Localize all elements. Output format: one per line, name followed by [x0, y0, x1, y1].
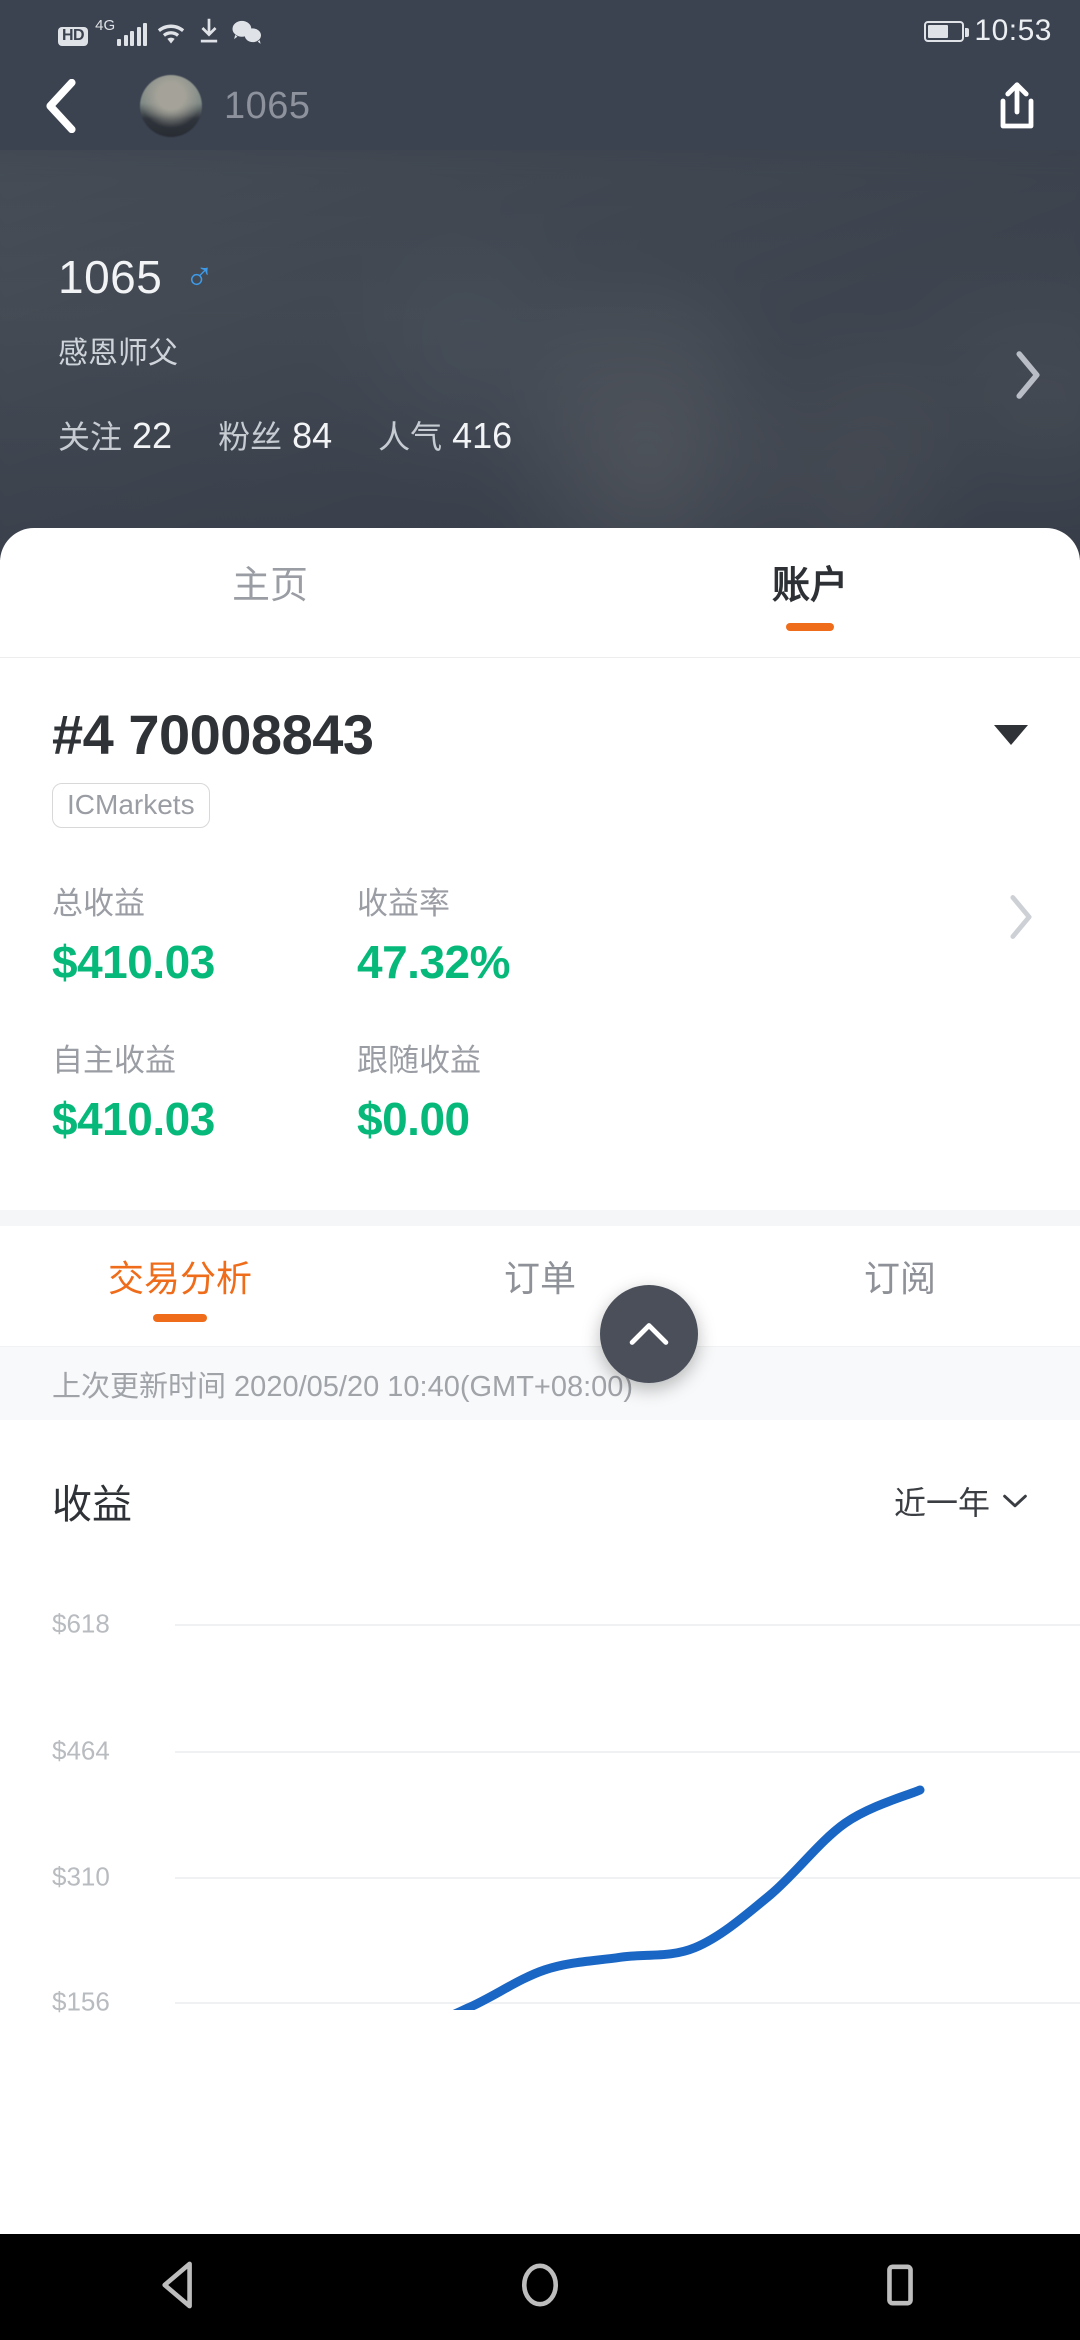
profile-name-row: 1065 ♂ [58, 250, 214, 304]
account-detail-button[interactable] [1008, 894, 1034, 945]
stat-followers-label: 粉丝 [218, 419, 283, 455]
metric-self-profit: 自主收益 $410.03 [52, 1035, 357, 1146]
last-update-text: 上次更新时间 2020/05/20 10:40(GMT+08:00) [52, 1370, 634, 1403]
metric-copy-profit-label: 跟随收益 [357, 1043, 481, 1078]
stat-popularity-label: 人气 [378, 419, 443, 455]
stat-followers[interactable]: 粉丝 84 [218, 412, 332, 458]
android-navigation-bar [0, 2234, 1080, 2340]
avatar[interactable] [140, 75, 202, 137]
stat-followers-value: 84 [292, 415, 333, 456]
content-sheet: 主页 账户 #4 70008843 ICMarkets 总收益 $410.03 … [0, 528, 1080, 2280]
network-type-label: 4G [95, 17, 116, 34]
tab-account-indicator [786, 623, 834, 631]
tab-orders-indicator [513, 1314, 567, 1322]
chart-period-selector[interactable]: 近一年 [894, 1478, 1028, 1524]
wifi-icon [157, 24, 185, 44]
status-bar-left-icons: HD 4G [58, 16, 264, 46]
profile-bio: 感恩师父 [58, 337, 178, 370]
status-bar-clock: 10:53 [974, 14, 1052, 47]
tab-orders-label: 订单 [503, 1258, 576, 1299]
account-metrics[interactable]: 总收益 $410.03 收益率 47.32% 自主收益 $410.03 跟随收益… [0, 838, 1080, 1146]
metric-total-profit-label: 总收益 [52, 886, 145, 921]
chart-period-label: 近一年 [893, 1485, 990, 1521]
wechat-icon [232, 20, 262, 44]
status-bar-right: 10:53 [924, 14, 1052, 48]
metric-return-rate-label: 收益率 [357, 886, 450, 921]
stat-popularity[interactable]: 人气 416 [378, 412, 512, 458]
hd-icon: HD [58, 27, 89, 46]
metric-row-2: 自主收益 $410.03 跟随收益 $0.00 [52, 1035, 1028, 1146]
metric-copy-profit: 跟随收益 $0.00 [357, 1035, 662, 1146]
signal-strength-icon [117, 23, 148, 46]
chart-line-series [452, 1785, 925, 2010]
chart-plot-area: $618 $464 $310 $156 [0, 1580, 1080, 2017]
tab-account[interactable]: 账户 [540, 528, 1080, 657]
app-nav-bar: 1065 [0, 62, 1080, 150]
back-triangle-icon [162, 2261, 192, 2308]
recents-square-icon [887, 2263, 913, 2306]
account-number: #4 70008843 [52, 703, 374, 766]
stat-following-label: 关注 [58, 419, 123, 455]
tab-trade-analysis-label: 交易分析 [107, 1258, 252, 1299]
metric-self-profit-label: 自主收益 [52, 1043, 176, 1078]
scroll-to-top-button[interactable] [600, 1285, 698, 1383]
share-button[interactable] [988, 75, 1046, 137]
tab-trade-analysis[interactable]: 交易分析 [0, 1226, 360, 1346]
stat-following-value: 22 [132, 415, 173, 456]
status-bar: HD 4G 10:53 [0, 0, 1080, 62]
chevron-right-icon [1010, 895, 1032, 939]
android-back-button[interactable] [157, 2260, 203, 2315]
profile-summary[interactable]: 1065 ♂ 感恩师父 关注 22 粉丝 84 人气 416 [0, 150, 1080, 560]
tab-subscriptions-label: 订阅 [863, 1258, 936, 1299]
last-update-bar: 上次更新时间 2020/05/20 10:40(GMT+08:00) [0, 1346, 1080, 1420]
main-tab-bar: 主页 账户 [0, 528, 1080, 658]
metric-total-profit-value: $410.03 [52, 936, 215, 988]
home-circle-icon [521, 2263, 559, 2306]
back-button[interactable] [34, 79, 88, 133]
tab-trade-analysis-indicator [153, 1314, 207, 1322]
tab-homepage-label: 主页 [231, 565, 308, 607]
profile-name: 1065 [58, 251, 163, 303]
metric-copy-profit-value: $0.00 [357, 1093, 470, 1145]
signal-bars-icon: 4G [95, 17, 148, 46]
tab-account-label: 账户 [771, 565, 848, 607]
metric-total-profit: 总收益 $410.03 [52, 878, 357, 989]
metric-return-rate: 收益率 47.32% [357, 878, 662, 989]
stat-following[interactable]: 关注 22 [58, 412, 172, 458]
android-recents-button[interactable] [877, 2260, 923, 2315]
profile-stats: 关注 22 粉丝 84 人气 416 [58, 412, 512, 458]
profile-detail-button[interactable] [1014, 350, 1042, 405]
download-icon [200, 18, 218, 43]
profit-chart-card: 收益 近一年 $618 $464 $310 $156 [0, 1420, 1080, 2017]
share-icon [1000, 82, 1034, 129]
sub-tab-bar: 交易分析 订单 订阅 [0, 1226, 1080, 1346]
chevron-up-icon [629, 1323, 669, 1345]
android-home-button[interactable] [517, 2260, 563, 2315]
caret-down-icon[interactable] [994, 724, 1028, 745]
chevron-down-icon [1003, 1494, 1027, 1508]
chart-title: 收益 [52, 1483, 132, 1527]
account-header: #4 70008843 ICMarkets [0, 658, 1080, 838]
broker-badge: ICMarkets [52, 783, 210, 828]
chart-header: 收益 近一年 [0, 1472, 1080, 1530]
back-chevron-icon [46, 79, 76, 133]
tab-homepage[interactable]: 主页 [0, 528, 540, 657]
metric-return-rate-value: 47.32% [357, 936, 511, 988]
metric-self-profit-value: $410.03 [52, 1093, 215, 1145]
section-divider [0, 1210, 1080, 1226]
gender-male-icon: ♂ [184, 255, 215, 299]
tab-subscriptions-indicator [873, 1314, 927, 1322]
metric-row-1: 总收益 $410.03 收益率 47.32% [52, 878, 1028, 989]
battery-icon [924, 20, 970, 42]
tab-homepage-indicator [246, 623, 294, 631]
tab-subscriptions[interactable]: 订阅 [720, 1226, 1080, 1346]
nav-title: 1065 [224, 84, 311, 127]
stat-popularity-value: 416 [452, 415, 513, 456]
chevron-right-icon [1016, 351, 1040, 399]
battery-fill [928, 24, 949, 38]
account-number-row[interactable]: #4 70008843 [52, 702, 1028, 767]
